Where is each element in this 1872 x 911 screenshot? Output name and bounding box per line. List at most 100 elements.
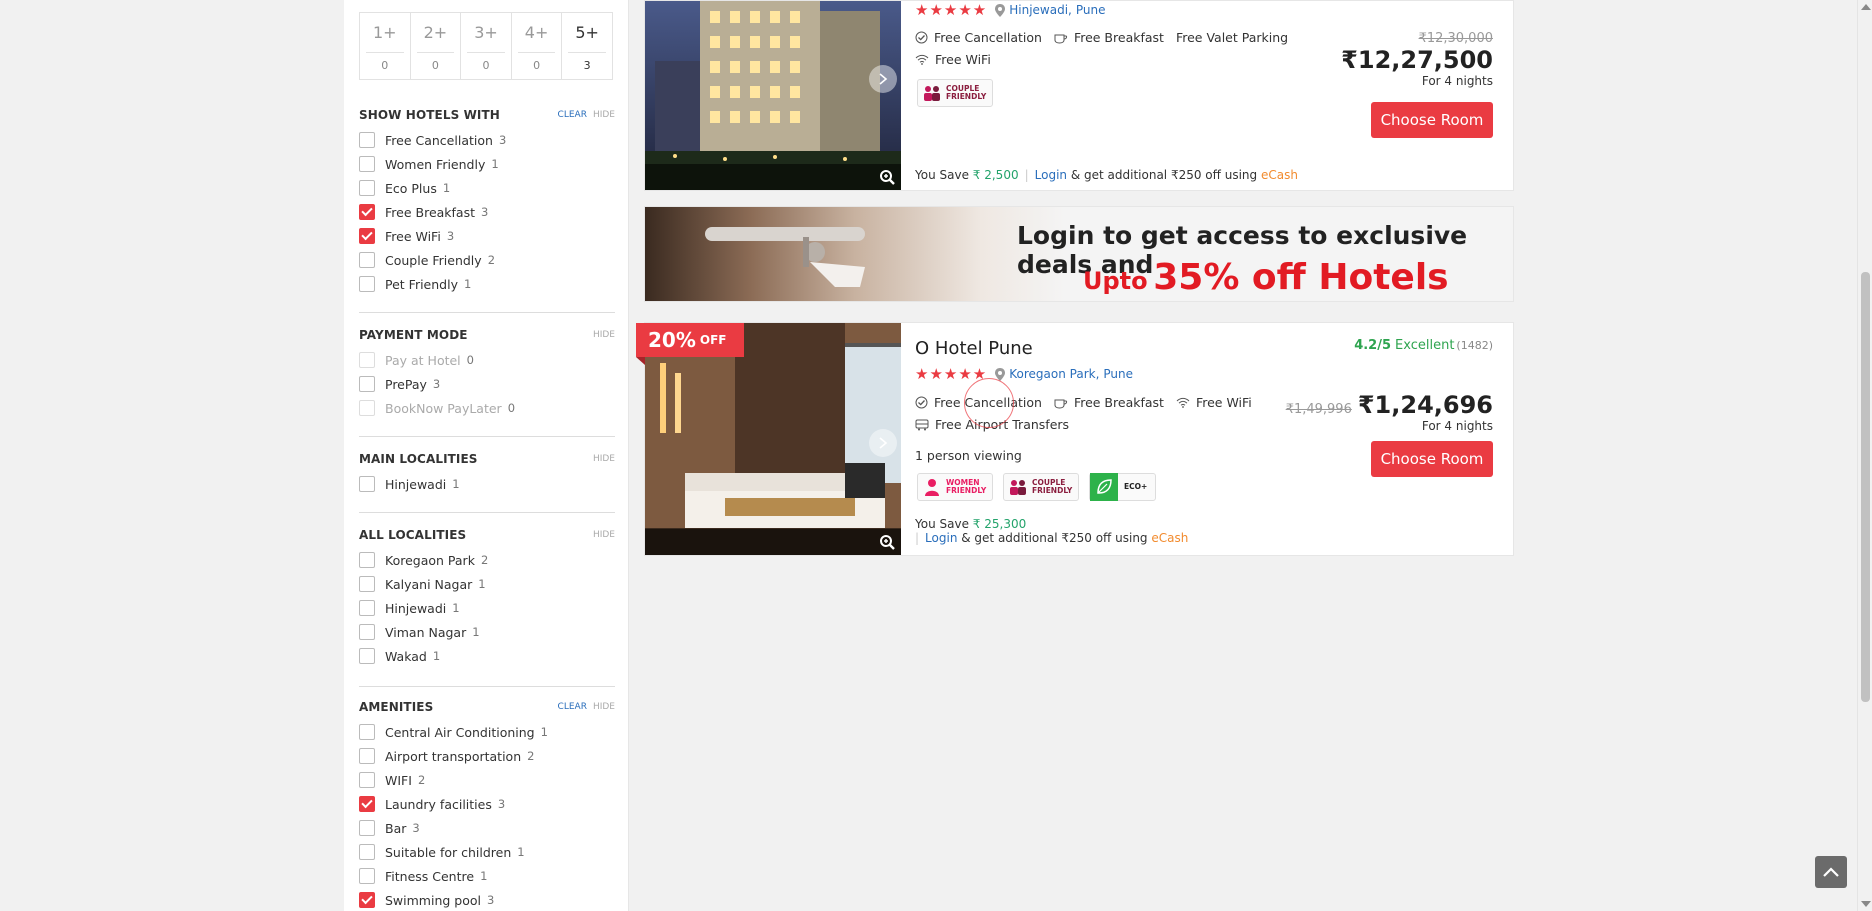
checkbox[interactable] <box>359 552 375 568</box>
filter-option-eco-plus[interactable]: Eco Plus 1 <box>359 176 615 200</box>
login-link[interactable]: Login <box>925 531 957 545</box>
badge-label: COUPLE FRIENDLY <box>946 84 987 101</box>
checkbox[interactable] <box>359 892 375 908</box>
locality-option[interactable]: Koregaon Park 2 <box>359 548 615 572</box>
filter-option-women-friendly[interactable]: Women Friendly 1 <box>359 152 615 176</box>
clear-button[interactable]: CLEAR <box>558 110 587 120</box>
payment-option-prepay[interactable]: PrePay 3 <box>359 372 615 396</box>
amenity-option[interactable]: Fitness Centre 1 <box>359 864 615 888</box>
option-count: 2 <box>480 553 489 567</box>
ecash-link[interactable]: eCash <box>1261 168 1298 182</box>
filter-option-free-cancellation[interactable]: Free Cancellation 3 <box>359 128 615 152</box>
city-link[interactable]: Pune <box>1076 3 1106 17</box>
hide-button[interactable]: HIDE <box>593 110 615 120</box>
amenity-option[interactable]: Airport transportation 2 <box>359 744 615 768</box>
page-scrollbar[interactable] <box>1857 0 1872 911</box>
locality-option[interactable]: Kalyani Nagar 1 <box>359 572 615 596</box>
choose-room-button[interactable]: Choose Room <box>1371 441 1493 477</box>
checkbox[interactable] <box>359 600 375 616</box>
filter-option-free-breakfast[interactable]: Free Breakfast 3 <box>359 200 615 224</box>
checkbox[interactable] <box>359 376 375 392</box>
amenity-option[interactable]: Swimming pool 3 <box>359 888 615 911</box>
star-filter-count: 0 <box>381 59 389 72</box>
back-to-top-button[interactable] <box>1815 856 1847 888</box>
checkbox[interactable] <box>359 276 375 292</box>
checkbox[interactable] <box>359 156 375 172</box>
filter-option-pet-friendly[interactable]: Pet Friendly 1 <box>359 272 615 296</box>
checkbox[interactable] <box>359 772 375 788</box>
star-rating-filter: 1+ 0 2+ 0 3+ 0 4+ 0 5+ 3 <box>359 12 613 80</box>
scroll-down-arrow[interactable] <box>1861 901 1871 907</box>
checkbox[interactable] <box>359 228 375 244</box>
filter-option-free-wifi[interactable]: Free WiFi 3 <box>359 224 615 248</box>
option-count: 1 <box>491 157 499 171</box>
payment-option-pay-at-hotel: Pay at Hotel 0 <box>359 348 615 372</box>
checkbox[interactable] <box>359 820 375 836</box>
locality-option[interactable]: Wakad 1 <box>359 644 615 668</box>
hotel-photo[interactable] <box>645 323 901 555</box>
amenity-option[interactable]: Central Air Conditioning 1 <box>359 720 615 744</box>
amenity-option[interactable]: WIFI 2 <box>359 768 615 792</box>
checkbox[interactable] <box>359 180 375 196</box>
checkbox[interactable] <box>359 868 375 884</box>
next-photo-button[interactable] <box>869 65 897 93</box>
photo-strip <box>645 164 901 190</box>
star-rating: ★★★★★ <box>915 1 988 19</box>
hotel-name[interactable]: O Hotel Pune <box>915 338 1033 359</box>
choose-room-button[interactable]: Choose Room <box>1371 102 1493 138</box>
main-locality-hinjewadi[interactable]: Hinjewadi 1 <box>359 472 615 496</box>
checkbox[interactable] <box>359 132 375 148</box>
star-filter-2[interactable]: 2+ 0 <box>411 13 462 79</box>
checkbox[interactable] <box>359 204 375 220</box>
filter-option-couple-friendly[interactable]: Couple Friendly 2 <box>359 248 615 272</box>
amenities-section: AMENITIES CLEAR HIDE Central Air Conditio… <box>359 698 615 911</box>
click-indicator <box>964 378 1014 428</box>
hide-button[interactable]: HIDE <box>593 702 615 712</box>
savings-row: You Save ₹ 2,500 | Login & get additional … <box>915 168 1298 182</box>
checkbox[interactable] <box>359 476 375 492</box>
zoom-icon[interactable] <box>879 534 895 550</box>
checkbox[interactable] <box>359 724 375 740</box>
option-label: Swimming pool <box>385 892 481 908</box>
star-filter-count: 3 <box>583 59 591 72</box>
amenity-option[interactable]: Laundry facilities 3 <box>359 792 615 816</box>
option-count: 1 <box>540 725 548 739</box>
scroll-up-arrow[interactable] <box>1861 4 1871 10</box>
login-promo-banner[interactable]: Login to get access to exclusive deals a… <box>644 206 1514 302</box>
amenity-option[interactable]: Bar 3 <box>359 816 615 840</box>
option-count: 0 <box>507 401 516 415</box>
amenity-option[interactable]: Suitable for children 1 <box>359 840 615 864</box>
star-filter-1[interactable]: 1+ 0 <box>360 13 411 79</box>
login-link[interactable]: Login <box>1035 168 1067 182</box>
scrollbar-thumb[interactable] <box>1861 272 1870 702</box>
star-filter-5[interactable]: 5+ 3 <box>562 13 612 79</box>
checkbox[interactable] <box>359 624 375 640</box>
checkbox[interactable] <box>359 576 375 592</box>
star-filter-4[interactable]: 4+ 0 <box>512 13 563 79</box>
checkbox[interactable] <box>359 252 375 268</box>
ecash-link[interactable]: eCash <box>1151 531 1188 545</box>
locality-option[interactable]: Hinjewadi 1 <box>359 596 615 620</box>
checkbox[interactable] <box>359 796 375 812</box>
checkbox[interactable] <box>359 748 375 764</box>
savings-amount: ₹ 25,300 <box>972 517 1027 531</box>
couple-icon <box>1010 480 1026 495</box>
hide-button[interactable]: HIDE <box>593 330 615 340</box>
star-filter-3[interactable]: 3+ 0 <box>461 13 512 79</box>
checkbox[interactable] <box>359 648 375 664</box>
hotel-photo[interactable] <box>645 1 901 190</box>
zoom-icon[interactable] <box>879 169 895 185</box>
option-label: Hinjewadi <box>385 600 447 616</box>
locality-link[interactable]: Koregaon Park, <box>1009 367 1099 381</box>
checkbox[interactable] <box>359 844 375 860</box>
amenity-free-valet-parking: Free Valet Parking <box>1175 30 1289 45</box>
next-photo-button[interactable] <box>869 429 897 457</box>
price-block: ₹12,30,000 ₹12,27,500 For 4 nights <box>1341 31 1493 88</box>
hotel-room-image <box>645 323 901 555</box>
hide-button[interactable]: HIDE <box>593 454 615 464</box>
hide-button[interactable]: HIDE <box>593 530 615 540</box>
city-link[interactable]: Pune <box>1103 367 1133 381</box>
clear-button[interactable]: CLEAR <box>558 702 587 712</box>
locality-link[interactable]: Hinjewadi, <box>1009 3 1072 17</box>
locality-option[interactable]: Viman Nagar 1 <box>359 620 615 644</box>
